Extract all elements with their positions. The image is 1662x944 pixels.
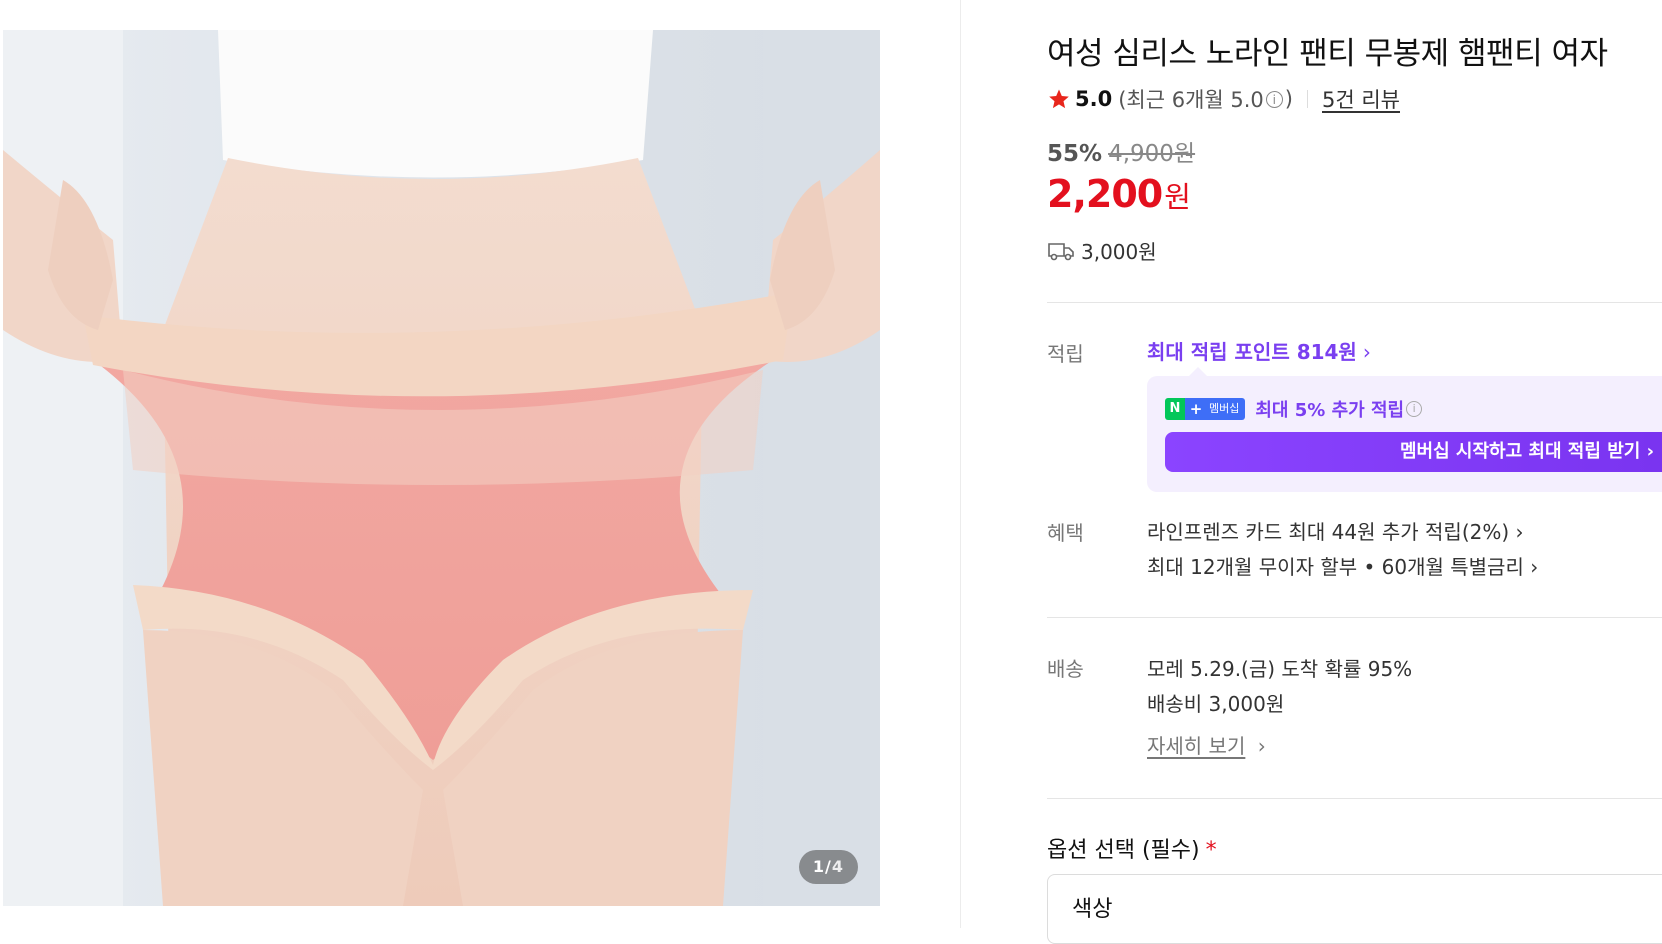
info-icon[interactable]: i	[1406, 401, 1423, 417]
column-divider	[960, 0, 961, 928]
image-counter-total: 4	[831, 857, 844, 876]
product-image[interactable]: 1/4	[3, 30, 880, 906]
color-option-label: 색상	[1072, 897, 1113, 922]
image-counter-slash: /	[825, 857, 832, 876]
divider	[1047, 302, 1662, 303]
rating-row: 5.0 (최근 6개월 5.0 i ) 5건 리뷰	[1047, 84, 1400, 114]
detail-link-text: 자세히 보기	[1147, 734, 1246, 758]
membership-badge-text: 멤버십	[1207, 398, 1246, 420]
max-points-link[interactable]: 최대 적립 포인트 814원 ›	[1147, 336, 1371, 365]
recent-rating-prefix: (최근 6개월 5.0	[1118, 88, 1264, 112]
truck-icon	[1048, 242, 1074, 260]
delivery-label: 배송	[1047, 657, 1084, 681]
shipping-fee: 3,000원	[1081, 240, 1157, 264]
chevron-right-icon: ›	[1362, 340, 1371, 364]
chevron-right-icon: ›	[1257, 734, 1266, 758]
image-counter-badge: 1/4	[798, 850, 858, 884]
product-title: 여성 심리스 노라인 팬티 무봉제 햄팬티 여자	[1047, 36, 1608, 72]
benefit-card-points-link[interactable]: 라인프렌즈 카드 최대 44원 추가 적립(2%) ›	[1147, 516, 1524, 545]
membership-promo-box: N + 멤버십 최대 5% 추가 적립 i 멤버십 시작하고 최대 적립 받기 …	[1147, 367, 1662, 492]
shipping-fee-row: 3,000원	[1047, 236, 1157, 265]
benefits-label: 혜택	[1047, 521, 1084, 545]
discount-row: 55% 4,900원	[1047, 134, 1195, 168]
points-label: 적립	[1047, 342, 1084, 366]
divider	[1047, 617, 1662, 618]
option-select-title: 옵션 선택 (필수) *	[1047, 832, 1217, 864]
benefit-installment-link[interactable]: 최대 12개월 무이자 할부 • 60개월 특별금리 ›	[1147, 551, 1538, 580]
delivery-detail-link[interactable]: 자세히 보기 ›	[1147, 730, 1266, 759]
delivery-arrival: 모레 5.29.(금) 도착 확률 95%	[1147, 657, 1413, 681]
option-title-text: 옵션 선택 (필수)	[1047, 838, 1200, 863]
required-mark: *	[1205, 838, 1217, 863]
membership-extra-points: 최대 5% 추가 적립	[1255, 400, 1405, 421]
star-icon	[1049, 89, 1069, 109]
product-photo	[3, 30, 880, 906]
discount-rate: 55%	[1047, 141, 1103, 167]
naver-plus-membership-badge: N + 멤버십	[1165, 398, 1246, 420]
recent-rating-suffix: )	[1284, 87, 1293, 111]
rating-separator	[1307, 90, 1308, 108]
divider	[1047, 798, 1662, 799]
info-icon[interactable]: i	[1265, 90, 1283, 108]
rating-score: 5.0	[1075, 87, 1113, 111]
review-count-link[interactable]: 5건 리뷰	[1322, 84, 1400, 114]
product-info-panel: 여성 심리스 노라인 팬티 무봉제 햄팬티 여자 5.0 (최근 6개월 5.0…	[1047, 0, 1662, 944]
plus-icon: +	[1185, 398, 1207, 420]
delivery-fee: 배송비 3,000원	[1147, 692, 1285, 716]
sale-price-row: 2,200원	[1047, 172, 1191, 216]
original-price: 4,900원	[1108, 141, 1196, 167]
color-option-select[interactable]: 색상	[1047, 874, 1662, 944]
naver-n-logo: N	[1165, 398, 1185, 420]
start-membership-button[interactable]: 멤버십 시작하고 최대 적립 받기 ›	[1165, 432, 1662, 472]
sale-price: 2,200	[1047, 172, 1163, 216]
membership-promo-line: N + 멤버십 최대 5% 추가 적립 i	[1165, 396, 1424, 422]
max-points-text: 최대 적립 포인트 814원	[1147, 340, 1357, 364]
currency-unit: 원	[1164, 180, 1191, 214]
image-counter-current: 1	[812, 857, 826, 876]
